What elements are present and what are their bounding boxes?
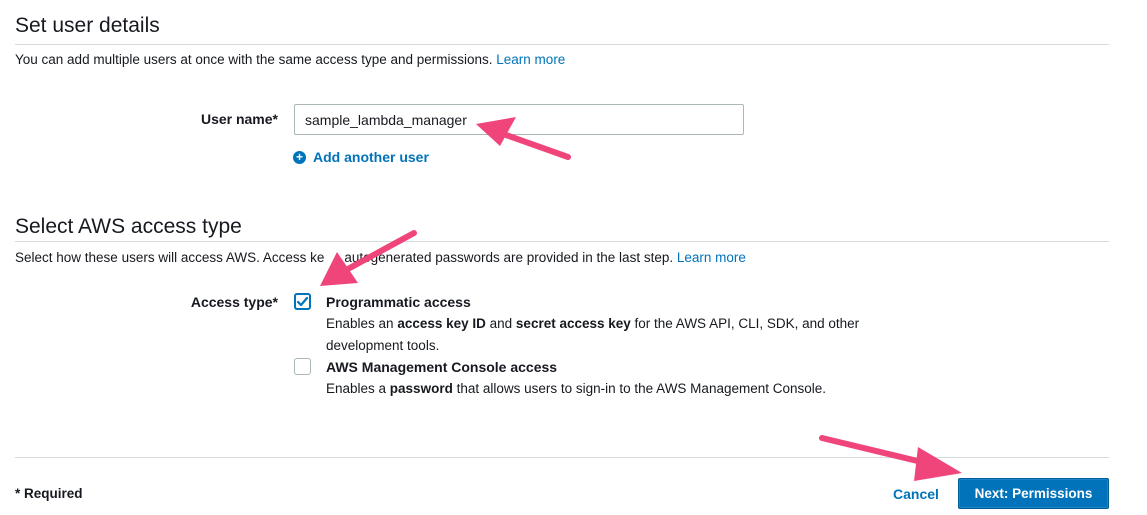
annotation-arrows xyxy=(320,117,962,481)
pointer-arrow-icon xyxy=(819,435,962,481)
pointer-arrow-icon xyxy=(320,230,417,286)
pointer-arrow-icon xyxy=(476,117,571,160)
